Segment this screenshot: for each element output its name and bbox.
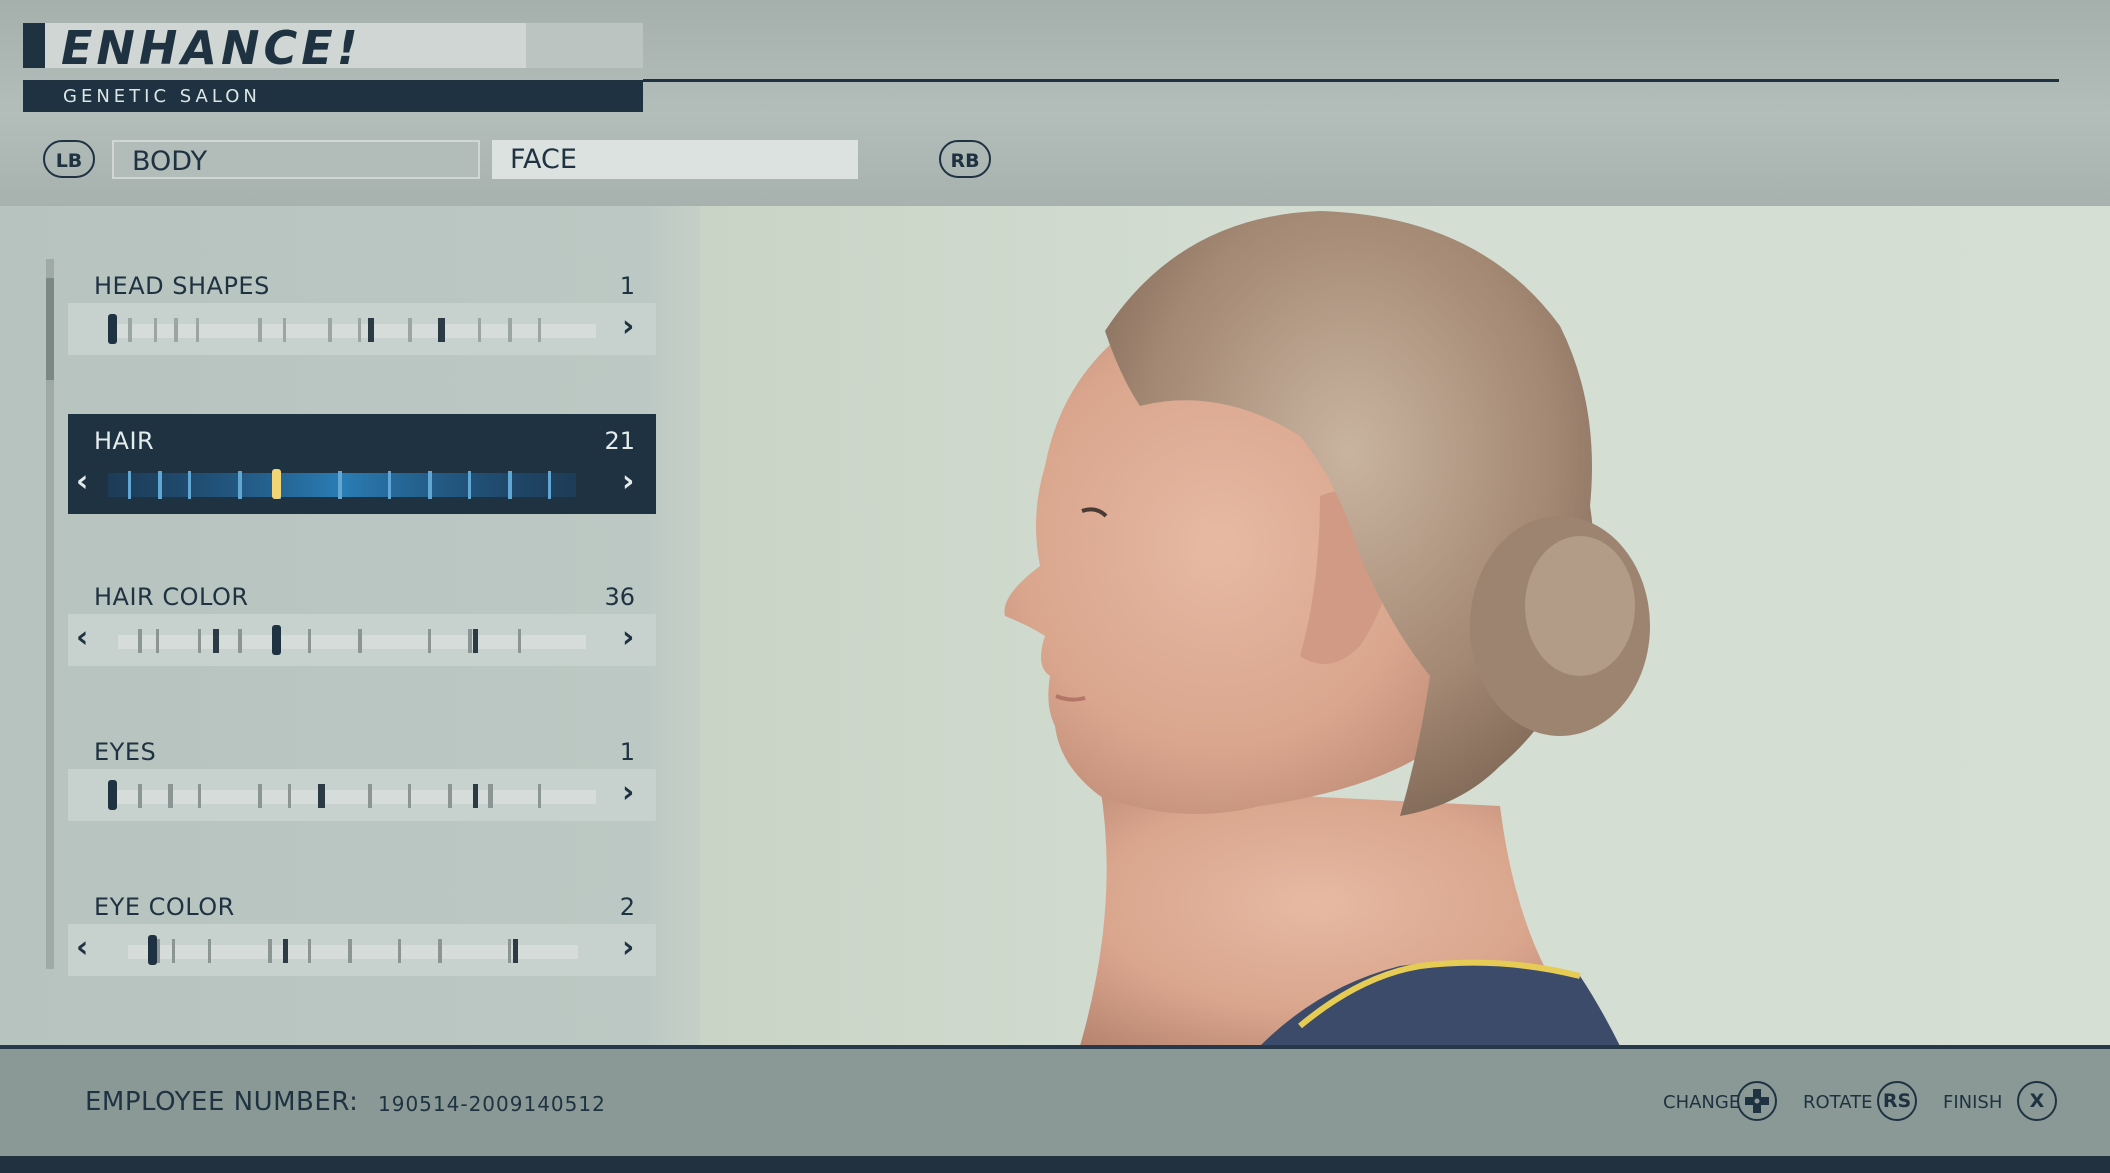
hint-rotate-label: ROTATE [1803, 1092, 1873, 1113]
logo-pale-block [526, 23, 643, 68]
option-label: HAIR [94, 427, 155, 455]
dpad-icon [1737, 1081, 1777, 1121]
option-label: EYE COLOR [94, 893, 235, 921]
option-label: EYES [94, 738, 157, 766]
rs-button-icon: RS [1877, 1081, 1917, 1121]
next-arrow[interactable]: › [622, 930, 634, 965]
header: ENHANCE! GENETIC SALON LB BODY FACE RB [0, 0, 2110, 206]
employee-number-label: EMPLOYEE NUMBER: [85, 1087, 359, 1117]
tab-body[interactable]: BODY [112, 140, 480, 179]
character-viewport[interactable] [700, 206, 2110, 1046]
subtitle: GENETIC SALON [63, 86, 261, 107]
next-arrow[interactable]: › [622, 309, 634, 344]
character-portrait [1004, 211, 1650, 1046]
hint-change-label: CHANGE [1663, 1092, 1741, 1113]
x-button-icon: X [2017, 1081, 2057, 1121]
header-divider [643, 79, 2059, 82]
slider-bars [118, 625, 586, 655]
option-label: HAIR COLOR [94, 583, 249, 611]
slider-bars [108, 780, 596, 810]
option-label: HEAD SHAPES [94, 272, 270, 300]
option-value: 1 [619, 738, 635, 766]
option-value: 36 [604, 583, 635, 611]
prev-arrow[interactable]: ‹ [76, 930, 88, 965]
option-slider-selected[interactable] [68, 414, 656, 514]
next-arrow[interactable]: › [622, 464, 634, 499]
option-value: 21 [604, 427, 635, 455]
employee-number-value: 190514-2009140512 [378, 1092, 606, 1116]
option-value: 2 [619, 893, 635, 921]
next-tab-button[interactable]: RB [939, 140, 991, 178]
logo-accent [23, 23, 45, 68]
next-arrow[interactable]: › [622, 620, 634, 655]
footer-bottom-bar [0, 1156, 2110, 1173]
logo: ENHANCE! [61, 21, 362, 75]
slider-bars [128, 935, 578, 965]
option-value: 1 [619, 272, 635, 300]
next-arrow[interactable]: › [622, 775, 634, 810]
subtitle-bar: GENETIC SALON [23, 80, 643, 112]
logo-box: ENHANCE! [23, 21, 643, 75]
prev-arrow[interactable]: ‹ [76, 464, 88, 499]
prev-arrow[interactable]: ‹ [76, 620, 88, 655]
hint-finish-label: FINISH [1943, 1092, 2003, 1113]
prev-tab-button[interactable]: LB [43, 140, 95, 178]
slider-bars [108, 314, 596, 344]
tab-face[interactable]: FACE [492, 140, 858, 179]
scrollbar-thumb[interactable] [46, 278, 54, 380]
slider-bars [108, 469, 576, 499]
